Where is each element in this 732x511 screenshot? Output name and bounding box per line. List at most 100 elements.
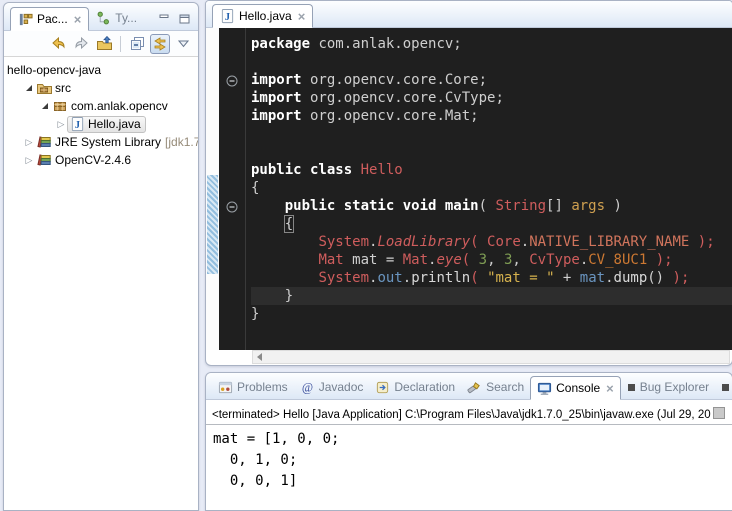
tree-item-jre-system-library[interactable]: ▷ JRE System Library [jdk1.7.0 [4, 133, 198, 151]
code-line: } [251, 287, 732, 305]
editor-tabbar: J Hello.java × [206, 1, 732, 28]
explorer-tab-ty[interactable]: Ty... [89, 6, 144, 30]
svg-text:J: J [75, 119, 80, 130]
expander-closed-icon[interactable]: ▷ [23, 156, 35, 165]
package-explorer-icon [18, 12, 33, 27]
expander-closed-icon[interactable]: ▷ [23, 138, 35, 147]
code-line: import org.opencv.core.Mat; [251, 107, 732, 125]
console-title: <terminated> Hello [Java Application] C:… [206, 400, 732, 425]
editor-tab-hello-java[interactable]: J Hello.java × [212, 4, 313, 28]
close-icon[interactable]: × [74, 12, 82, 27]
console-output-line: mat = [1, 0, 0; [213, 429, 732, 450]
expander-closed-icon[interactable]: ▷ [55, 120, 67, 129]
forward-button[interactable] [71, 34, 91, 54]
bug-square-icon [627, 383, 636, 392]
console-tab-bug[interactable]: Bug [715, 375, 732, 399]
console-tab-label: Javadoc [319, 380, 364, 394]
up-button[interactable] [94, 34, 114, 54]
back-button[interactable] [48, 34, 68, 54]
console-tabbar: Problems @ Javadoc Declaration Search Console… [206, 373, 732, 400]
close-icon[interactable]: × [298, 9, 306, 24]
eclipse-workbench: Pac...× Ty... hello-opencv-java src com.anl… [0, 0, 732, 511]
code-line: import org.opencv.core.CvType; [251, 89, 732, 107]
svg-text:@: @ [302, 380, 313, 394]
console-tab-declaration[interactable]: Declaration [369, 375, 461, 399]
code-line: public static void main( String[] args ) [251, 197, 732, 215]
explorer-tab-label: Ty... [115, 11, 137, 25]
editor-body: package com.anlak.opencv; import org.ope… [206, 28, 732, 350]
tree-item-label: src [55, 81, 71, 95]
tree-selection: J Hello.java [67, 116, 146, 133]
code-line: import org.opencv.core.Core; [251, 71, 732, 89]
console-tab-search[interactable]: Search [461, 375, 530, 399]
library-icon [36, 152, 52, 168]
fold-minus-icon[interactable] [226, 200, 238, 218]
tree-item-decorator: [jdk1.7.0 [165, 135, 198, 149]
code-line: package com.anlak.opencv; [251, 35, 732, 53]
java-file-icon: J [220, 9, 235, 24]
tree-item-hello-java[interactable]: ▷ J Hello.java [4, 115, 198, 133]
minimize-icon[interactable] [159, 14, 170, 24]
console-icon [537, 381, 552, 396]
explorer-tab-pac[interactable]: Pac...× [10, 7, 89, 31]
maximize-icon[interactable] [179, 14, 190, 24]
link-with-editor-button[interactable] [150, 34, 170, 54]
code-area[interactable]: package com.anlak.opencv; import org.ope… [219, 28, 732, 350]
toolbar-separator [120, 36, 121, 52]
code-line: { [251, 215, 732, 233]
bug-square-icon [721, 383, 730, 392]
project-tree: hello-opencv-java src com.anlak.opencv ▷ J He… [4, 57, 198, 169]
console-tab-console[interactable]: Console × [530, 376, 621, 400]
package-folder-icon [36, 80, 52, 96]
console-tab-label: Declaration [394, 380, 455, 394]
collapse-all-icon [129, 35, 146, 52]
package-explorer-panel: Pac...× Ty... hello-opencv-java src com.anl… [3, 2, 199, 511]
tree-item-src[interactable]: src [4, 79, 198, 97]
expander-open-icon[interactable] [39, 103, 51, 109]
tree-item-label: Hello.java [88, 117, 141, 131]
code-lines: package com.anlak.opencv; import org.ope… [246, 28, 732, 323]
code-line: public class Hello [251, 161, 732, 179]
tree-item-opencv-2-4-6[interactable]: ▷OpenCV-2.4.6 [4, 151, 198, 169]
console-tab-javadoc[interactable]: @ Javadoc [294, 375, 370, 399]
console-output: mat = [1, 0, 0; 0, 1, 0; 0, 0, 1] [206, 425, 732, 492]
package-explorer-toolbar [4, 31, 198, 57]
range-indicator [207, 175, 218, 274]
tree-item-label: JRE System Library [55, 135, 161, 149]
horizontal-scrollbar[interactable] [252, 350, 730, 364]
editor-tabs: J Hello.java × [212, 4, 313, 27]
tree-item-com-anlak-opencv[interactable]: com.anlak.opencv [4, 97, 198, 115]
view-menu-button[interactable] [173, 34, 193, 54]
scroll-left-icon[interactable] [257, 353, 262, 361]
code-line: System.out.println( "mat = " + mat.dump(… [251, 269, 732, 287]
code-line: } [251, 305, 732, 323]
problems-icon [218, 380, 233, 395]
console-tab-label: Console [556, 381, 600, 395]
code-line [251, 143, 732, 161]
console-tab-label: Problems [237, 380, 288, 394]
console-tab-problems[interactable]: Problems [212, 375, 294, 399]
close-icon[interactable]: × [606, 381, 614, 396]
tree-item-label: hello-opencv-java [7, 63, 101, 77]
console-tab-label: Search [486, 380, 524, 394]
console-tab-bug-explorer[interactable]: Bug Explorer [621, 375, 715, 399]
editor-tab-label: Hello.java [239, 9, 292, 23]
tree-item-hello-opencv-java[interactable]: hello-opencv-java [4, 61, 198, 79]
editor-vertical-ruler[interactable] [206, 28, 219, 350]
forward-icon [73, 35, 90, 52]
package-explorer-tabbar: Pac...× Ty... [4, 3, 198, 31]
collapse-all-button[interactable] [127, 34, 147, 54]
view-menu-icon [178, 40, 189, 48]
console-panel: Problems @ Javadoc Declaration Search Console… [205, 372, 732, 511]
editor-panel: J Hello.java × package com.anlak.opencv; i… [205, 0, 732, 366]
fold-minus-icon[interactable] [226, 74, 238, 92]
folding-column [219, 28, 246, 350]
console-output-line: 0, 0, 1] [213, 471, 732, 492]
code-line [251, 125, 732, 143]
library-icon [36, 134, 52, 150]
package-icon [52, 98, 68, 114]
link-with-editor-icon [152, 36, 168, 52]
console-toolbar-icon[interactable] [713, 407, 725, 419]
expander-open-icon[interactable] [23, 85, 35, 91]
package-explorer-tabs: Pac...× Ty... [10, 6, 144, 30]
